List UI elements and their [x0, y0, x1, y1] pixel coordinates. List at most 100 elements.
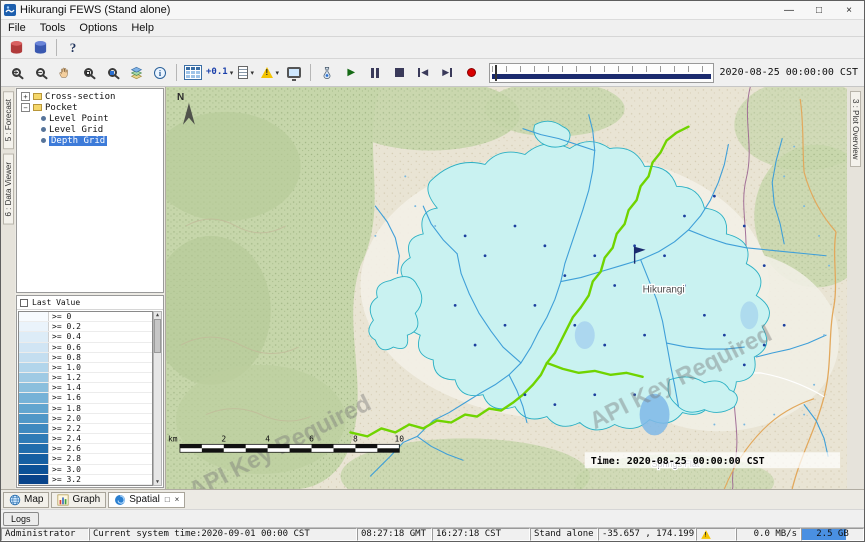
step-forward-icon: ▶	[442, 67, 452, 78]
legend-row[interactable]: >= 0.4	[19, 332, 152, 342]
legend-scrollbar[interactable]: ▲ ▼	[153, 311, 162, 486]
pan-button[interactable]	[53, 63, 75, 83]
tree-item-label: Cross-section	[45, 92, 115, 102]
tab-graph-label: Graph	[72, 494, 100, 505]
layers-button[interactable]	[125, 63, 147, 83]
legend-swatch	[19, 393, 49, 402]
info-icon: i	[154, 67, 166, 79]
tree-item-depth-grid[interactable]: Depth Grid	[17, 135, 163, 146]
tree-item-pocket[interactable]: − Pocket	[17, 102, 163, 113]
zoom-out-button[interactable]: −	[29, 63, 51, 83]
tab-map[interactable]: Map	[3, 492, 49, 508]
tab-spatial-label: Spatial	[129, 494, 160, 505]
map-viewport[interactable]: API Key Required API Key Required Hikura…	[166, 87, 847, 489]
legend-row[interactable]: >= 1.6	[19, 393, 152, 403]
zoom-extent-button[interactable]	[101, 63, 123, 83]
database-import-button[interactable]	[5, 38, 27, 58]
monitor-icon	[287, 67, 301, 78]
legend-row[interactable]: >= 1.2	[19, 373, 152, 383]
menu-options[interactable]: Options	[72, 21, 124, 35]
legend-row[interactable]: >= 1.4	[19, 383, 152, 393]
database-red-icon	[9, 40, 24, 55]
tree-item-cross-section[interactable]: + Cross-section	[17, 91, 163, 102]
legend-row[interactable]: >= 1.0	[19, 363, 152, 373]
pause-button[interactable]	[364, 63, 386, 83]
legend-row[interactable]: >= 2.6	[19, 444, 152, 454]
play-button[interactable]: ▶	[340, 63, 362, 83]
step-back-button[interactable]: ◀	[412, 63, 434, 83]
globe-icon	[9, 494, 21, 506]
animation-display-button[interactable]	[283, 63, 305, 83]
stop-button[interactable]	[388, 63, 410, 83]
menu-file[interactable]: File	[1, 21, 33, 35]
legend-swatch	[19, 424, 49, 433]
legend-row[interactable]: >= 3.0	[19, 465, 152, 475]
time-slider[interactable]	[489, 63, 713, 83]
close-tab-icon[interactable]: ×	[175, 495, 180, 504]
scrollbar-thumb[interactable]	[154, 319, 161, 353]
view-tab-bar: Map Graph Spatial □ ×	[1, 489, 864, 509]
legend-swatch	[19, 353, 49, 362]
tree-item-label: Level Point	[49, 114, 109, 124]
collapse-icon[interactable]: −	[21, 103, 30, 112]
minimize-button[interactable]: —	[774, 1, 804, 19]
map-canvas[interactable]: API Key Required API Key Required Hikura…	[166, 87, 847, 489]
profile-document-button[interactable]: ▾	[235, 63, 257, 83]
status-warnings[interactable]	[696, 528, 736, 541]
menu-tools[interactable]: Tools	[33, 21, 73, 35]
legend-row[interactable]: >= 2.4	[19, 434, 152, 444]
tab-plot-overview[interactable]: 3 : Plot Overview	[850, 91, 861, 167]
zoom-in-button[interactable]: +	[5, 63, 27, 83]
time-slider-cursor[interactable]	[495, 65, 497, 81]
scroll-up-icon[interactable]: ▲	[156, 312, 159, 318]
tree-item-level-point[interactable]: Level Point	[17, 113, 163, 124]
tab-data-viewer[interactable]: 6 : Data Viewer	[3, 154, 14, 225]
tab-forecast[interactable]: 5 : Forecast	[3, 91, 14, 149]
help-button[interactable]: ?	[62, 38, 84, 58]
title-bar: Hikurangi FEWS (Stand alone) — □ ×	[1, 1, 864, 20]
app-window: Hikurangi FEWS (Stand alone) — □ × File …	[0, 0, 865, 542]
tab-map-label: Map	[24, 494, 43, 505]
legend-row[interactable]: >= 2.8	[19, 454, 152, 464]
detach-tab-icon[interactable]: □	[165, 495, 170, 504]
last-value-checkbox[interactable]	[20, 299, 28, 307]
legend-label: >= 2.0	[49, 414, 84, 423]
legend-row[interactable]: >= 0.8	[19, 353, 152, 363]
legend-swatch	[19, 363, 49, 372]
town-label-hikurangi: Hikurangi	[643, 284, 685, 295]
info-button[interactable]: i	[149, 63, 171, 83]
adjust-value-button[interactable]: +0.1 ▾	[206, 63, 233, 83]
sampler-tool-button[interactable]	[316, 63, 338, 83]
legend-swatch	[19, 343, 49, 352]
menu-help[interactable]: Help	[124, 21, 161, 35]
legend-row[interactable]: >= 0.2	[19, 322, 152, 332]
zoom-box-button[interactable]	[77, 63, 99, 83]
grid-display-button[interactable]	[182, 63, 204, 83]
status-download-rate: 0.0 MB/s	[736, 528, 801, 541]
logs-button[interactable]: Logs	[3, 512, 39, 526]
record-button[interactable]	[460, 63, 482, 83]
legend-swatch	[19, 404, 49, 413]
legend-row[interactable]: >= 2.0	[19, 414, 152, 424]
legend-row[interactable]: >= 2.2	[19, 424, 152, 434]
legend-swatch	[19, 434, 49, 443]
database-export-button[interactable]	[29, 38, 51, 58]
expand-icon[interactable]: +	[21, 92, 30, 101]
close-button[interactable]: ×	[834, 1, 864, 19]
maximize-button[interactable]: □	[804, 1, 834, 19]
legend-row[interactable]: >= 3.2	[19, 475, 152, 485]
tab-spatial[interactable]: Spatial □ ×	[108, 492, 185, 508]
layer-tree: + Cross-section − Pocket Level Point Lev…	[16, 88, 164, 293]
window-title: Hikurangi FEWS (Stand alone)	[20, 4, 170, 16]
step-forward-button[interactable]: ▶	[436, 63, 458, 83]
legend-row[interactable]: >= 1.8	[19, 404, 152, 414]
legend-label: >= 2.2	[49, 424, 84, 433]
status-gmt-time: 08:27:18 GMT	[357, 528, 432, 541]
tree-item-level-grid[interactable]: Level Grid	[17, 124, 163, 135]
legend-row[interactable]: >= 0	[19, 312, 152, 322]
legend-swatch	[19, 465, 49, 474]
thresholds-button[interactable]: ▾	[259, 63, 281, 83]
legend-row[interactable]: >= 0.6	[19, 343, 152, 353]
scroll-down-icon[interactable]: ▼	[156, 479, 159, 485]
tab-graph[interactable]: Graph	[51, 492, 106, 508]
